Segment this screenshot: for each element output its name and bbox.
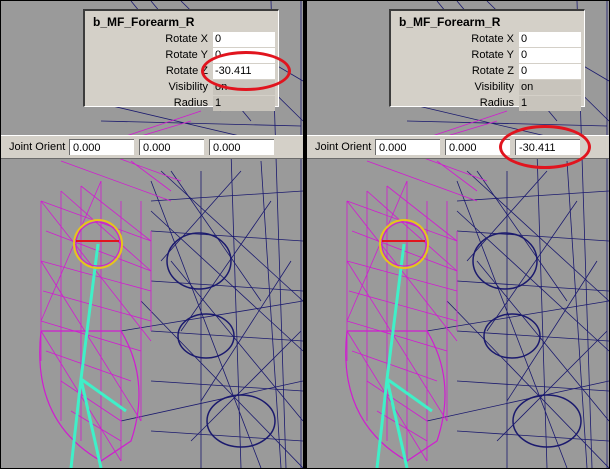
attr-label: Rotate Y — [165, 49, 208, 61]
joint-orient-x-field[interactable]: 0.000 — [69, 139, 134, 155]
radius-field[interactable]: 1 — [213, 96, 275, 111]
channel-box: b_MF_Forearm_R Rotate X 0 Rotate Y 0 Rot… — [389, 9, 585, 111]
rotate-x-field[interactable]: 0 — [519, 32, 581, 47]
joint-orient-z-field[interactable]: 0.000 — [209, 139, 274, 155]
rotate-z-field[interactable]: 0 — [519, 64, 581, 79]
attr-label: Rotate Y — [471, 49, 514, 61]
attr-row-rotate-y: Rotate Y 0 — [391, 48, 584, 64]
attr-row-rotate-x: Rotate X 0 — [391, 32, 584, 48]
attr-row-rotate-x: Rotate X 0 — [85, 32, 278, 48]
highlight-ellipse-joint-orient-z — [499, 125, 591, 169]
joint-orient-label: Joint Orient — [315, 141, 372, 153]
attr-label: Radius — [173, 97, 208, 109]
joint-orient-label: Joint Orient — [9, 141, 66, 153]
rotate-y-field[interactable]: 0 — [519, 48, 581, 63]
joint-orient-x-field[interactable]: 0.000 — [375, 139, 440, 155]
attr-label: Rotate X — [471, 33, 514, 45]
attr-row-rotate-z: Rotate Z 0 — [391, 64, 584, 80]
attr-label: Visibility — [168, 81, 208, 93]
attr-label: Visibility — [474, 81, 514, 93]
attr-row-visibility: Visibility on — [391, 80, 584, 96]
attr-label: Radius — [479, 97, 514, 109]
rotate-x-field[interactable]: 0 — [213, 32, 275, 47]
joint-orient-y-field[interactable]: 0.000 — [139, 139, 204, 155]
attr-row-radius: Radius 1 — [85, 96, 278, 112]
radius-field[interactable]: 1 — [519, 96, 581, 111]
viewport-left[interactable]: b_MF_Forearm_R Rotate X 0 Rotate Y 0 Rot… — [1, 1, 303, 468]
attr-row-radius: Radius 1 — [391, 96, 584, 112]
attr-label: Rotate X — [165, 33, 208, 45]
joint-name: b_MF_Forearm_R — [399, 15, 501, 29]
visibility-field[interactable]: on — [519, 80, 581, 95]
highlight-ellipse-rotate-z — [201, 51, 291, 91]
joint-orient-bar: Joint Orient 0.000 0.000 0.000 — [1, 135, 303, 159]
joint-name: b_MF_Forearm_R — [93, 15, 195, 29]
attr-label: Rotate Z — [471, 65, 514, 77]
viewport-right[interactable]: b_MF_Forearm_R Rotate X 0 Rotate Y 0 Rot… — [307, 1, 609, 468]
